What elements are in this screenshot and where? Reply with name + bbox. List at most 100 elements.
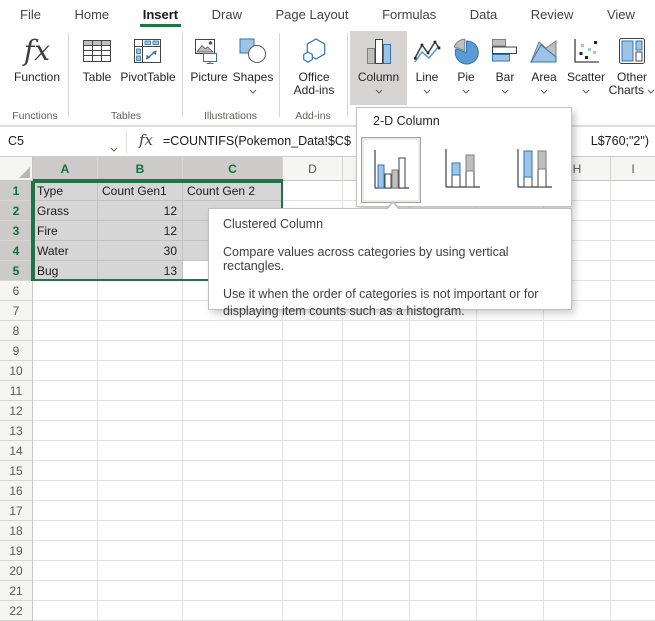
cell-A2[interactable]: Grass (33, 201, 98, 221)
excel-window: File Home Insert Draw Page Layout Formul… (0, 0, 655, 621)
group-separator (347, 33, 348, 117)
name-box[interactable]: C5 (0, 127, 126, 156)
row-header-2[interactable]: 2 (0, 201, 33, 221)
gridline-horizontal (33, 580, 655, 581)
formula-input-tail[interactable]: L$760;"2") (591, 127, 649, 156)
cell-A5[interactable]: Bug (33, 261, 98, 281)
cell-B3[interactable]: 12 (98, 221, 183, 241)
pivottable-button[interactable]: PivotTable (117, 31, 179, 105)
cell-A4[interactable]: Water (33, 241, 98, 261)
pie-chart-button[interactable]: Pie (447, 31, 485, 105)
line-chart-button[interactable]: Line (407, 31, 447, 105)
column-header-I[interactable]: I (611, 157, 655, 181)
tab-page-layout[interactable]: Page Layout (276, 0, 349, 28)
stacked-100-column-option[interactable] (505, 137, 563, 201)
column-chart-button[interactable]: Column (350, 31, 407, 105)
column-header-B[interactable]: B (98, 157, 183, 181)
insert-function-button[interactable]: fx (133, 127, 159, 156)
office-addins-label-2: Add-ins (294, 84, 335, 97)
row-header-12[interactable]: 12 (0, 401, 33, 421)
area-chart-icon (529, 37, 559, 65)
cell-C1[interactable]: Count Gen 2 (183, 181, 283, 201)
row-header-22[interactable]: 22 (0, 601, 33, 621)
picture-button[interactable]: Picture (187, 31, 231, 105)
row-header-21[interactable]: 21 (0, 581, 33, 601)
row-header-11[interactable]: 11 (0, 381, 33, 401)
tab-data[interactable]: Data (470, 0, 497, 28)
chevron-down-icon (110, 147, 118, 152)
row-header-18[interactable]: 18 (0, 521, 33, 541)
row-header-3[interactable]: 3 (0, 221, 33, 241)
function-label: Function (14, 71, 60, 84)
row-header-1[interactable]: 1 (0, 181, 33, 201)
gridline-horizontal (33, 380, 655, 381)
row-header-14[interactable]: 14 (0, 441, 33, 461)
cell-A3[interactable]: Fire (33, 221, 98, 241)
stacked-column-option[interactable] (433, 137, 491, 201)
fx-icon: fx (24, 33, 50, 69)
tooltip-usage: Use it when the order of categories is n… (223, 286, 553, 320)
column-header-C[interactable]: C (183, 157, 283, 181)
chevron-down-icon (647, 89, 655, 94)
tab-review[interactable]: Review (531, 0, 574, 28)
function-button[interactable]: fx Function (8, 31, 66, 105)
row-header-15[interactable]: 15 (0, 461, 33, 481)
formula-bar-divider (126, 130, 127, 153)
row-header-6[interactable]: 6 (0, 281, 33, 301)
area-chart-button[interactable]: Area (525, 31, 563, 105)
row-header-7[interactable]: 7 (0, 301, 33, 321)
picture-icon (194, 36, 224, 66)
row-header-17[interactable]: 17 (0, 501, 33, 521)
row-header-9[interactable]: 9 (0, 341, 33, 361)
gridline-horizontal (33, 460, 655, 461)
row-header-16[interactable]: 16 (0, 481, 33, 501)
column-header-D[interactable]: D (283, 157, 343, 181)
other-charts-button[interactable]: Other Charts (609, 31, 655, 105)
tab-draw[interactable]: Draw (212, 0, 242, 28)
row-header-10[interactable]: 10 (0, 361, 33, 381)
tab-view[interactable]: View (607, 0, 635, 28)
gridline-vertical (610, 181, 611, 621)
cell-B5[interactable]: 13 (98, 261, 183, 281)
table-label: Table (83, 71, 112, 84)
scatter-chart-button[interactable]: Scatter (563, 31, 609, 105)
tab-file[interactable]: File (20, 0, 41, 28)
office-addins-button[interactable]: Office Add-ins (285, 31, 343, 105)
scatter-chart-icon (571, 36, 601, 66)
row-header-19[interactable]: 19 (0, 541, 33, 561)
row-header-20[interactable]: 20 (0, 561, 33, 581)
pie-chart-label: Pie (457, 71, 474, 84)
tab-home[interactable]: Home (74, 0, 109, 28)
group-separator (68, 33, 69, 117)
select-all-corner[interactable] (0, 157, 33, 181)
chevron-down-icon (582, 89, 590, 94)
clustered-column-option[interactable] (361, 137, 421, 203)
group-label-illustrations: Illustrations (183, 110, 278, 122)
pivottable-label: PivotTable (120, 71, 175, 84)
group-separator (182, 33, 183, 117)
clustered-column-icon (369, 146, 413, 194)
cell-A1[interactable]: Type (33, 181, 98, 201)
bar-chart-icon (490, 37, 520, 65)
tab-insert[interactable]: Insert (143, 0, 178, 28)
active-tab-underline (140, 24, 181, 27)
bar-chart-button[interactable]: Bar (485, 31, 525, 105)
picture-label: Picture (190, 71, 227, 84)
row-header-5[interactable]: 5 (0, 261, 33, 281)
tab-formulas[interactable]: Formulas (382, 0, 436, 28)
formula-input[interactable]: =COUNTIFS(Pokemon_Data!$C$ (163, 127, 363, 156)
column-header-A[interactable]: A (33, 157, 98, 181)
table-button[interactable]: Table (78, 31, 116, 105)
line-chart-label: Line (416, 71, 439, 84)
cell-B4[interactable]: 30 (98, 241, 183, 261)
chevron-down-icon (540, 89, 548, 94)
row-header-4[interactable]: 4 (0, 241, 33, 261)
row-header-13[interactable]: 13 (0, 421, 33, 441)
group-label-functions: Functions (0, 110, 70, 122)
cell-B2[interactable]: 12 (98, 201, 183, 221)
bar-chart-label: Bar (496, 71, 515, 84)
dropdown-section-title: 2-D Column (373, 114, 440, 128)
shapes-button[interactable]: Shapes (231, 31, 275, 105)
cell-B1[interactable]: Count Gen1 (98, 181, 183, 201)
row-header-8[interactable]: 8 (0, 321, 33, 341)
